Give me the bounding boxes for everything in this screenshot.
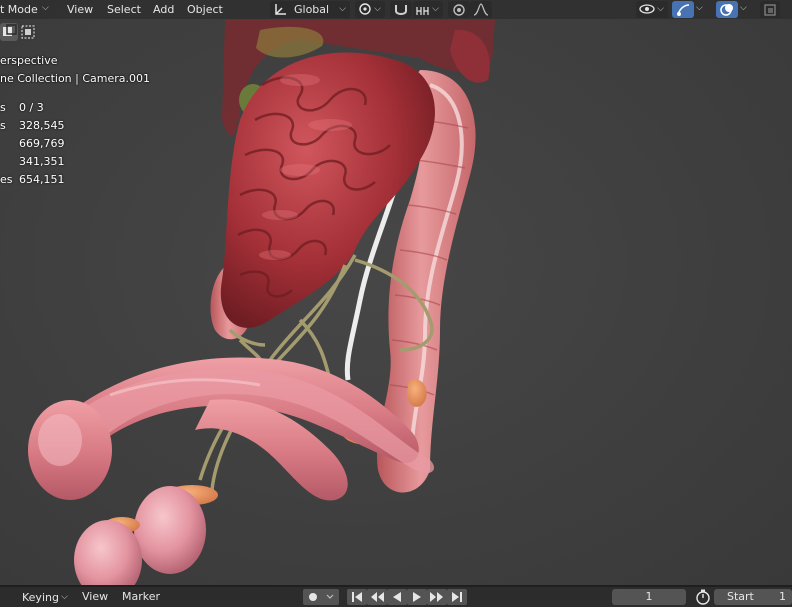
- jump-start-icon: [352, 592, 362, 602]
- proportional-edit-icon: [453, 4, 465, 16]
- select-extend-icon: [21, 25, 35, 39]
- stat-key: es: [0, 173, 13, 186]
- keying-dropdown[interactable]: Keying ⌵: [12, 589, 72, 606]
- orientation-icon: [275, 4, 286, 15]
- gizmo-icon: [677, 4, 690, 16]
- chevron-down-icon[interactable]: ⌵: [740, 3, 747, 13]
- stat-row: s 0 / 3: [0, 99, 44, 117]
- 3d-viewport[interactable]: [0, 0, 792, 585]
- jump-start-button[interactable]: [347, 589, 367, 605]
- prev-keyframe-button[interactable]: [367, 589, 387, 605]
- stat-row: 341,351: [0, 153, 65, 171]
- transform-orientation-dropdown[interactable]: Global ⌵: [270, 1, 350, 18]
- chevron-down-icon: ⌵: [657, 4, 664, 14]
- select-extend-button[interactable]: [19, 23, 37, 41]
- start-frame-field[interactable]: Start 1: [714, 589, 792, 605]
- auto-keying-toggle[interactable]: [303, 589, 339, 605]
- stat-value: 654,151: [19, 173, 65, 186]
- gizmo-toggle[interactable]: [672, 1, 694, 18]
- proportional-edit-toggle[interactable]: [448, 1, 470, 18]
- chevron-down-icon[interactable]: ⌵: [696, 3, 703, 13]
- select-new-button[interactable]: [0, 23, 18, 41]
- timeline-header: Keying ⌵ View Marker 1 Start 1: [0, 587, 792, 607]
- play-reverse-icon: [393, 592, 401, 602]
- keyframe-dot-icon: [309, 593, 334, 601]
- falloff-dropdown[interactable]: [470, 1, 492, 18]
- stopwatch-icon[interactable]: [694, 589, 712, 605]
- mode-selector[interactable]: t Mode: [0, 0, 38, 19]
- overlay-toggle[interactable]: [716, 1, 738, 18]
- transform-pivot-icon: [359, 3, 371, 15]
- stat-key: s: [0, 119, 6, 132]
- menu-select[interactable]: Select: [107, 0, 141, 19]
- stat-value: 341,351: [19, 155, 65, 168]
- collection-camera-text: ne Collection | Camera.001: [0, 72, 151, 85]
- stat-row: es 654,151: [0, 171, 65, 189]
- stat-value: 0 / 3: [19, 101, 44, 114]
- xray-toggle[interactable]: [760, 1, 780, 18]
- statistics-overlay: s 0 / 3 s 328,545 669,769 341,351 es 654,15…: [0, 99, 200, 194]
- play-icon: [413, 592, 421, 602]
- stat-value: 669,769: [19, 137, 65, 150]
- pivot-point-dropdown[interactable]: ⌵: [355, 1, 385, 18]
- timeline-view-menu[interactable]: View: [82, 587, 108, 607]
- chevron-down-icon: ⌵: [61, 592, 68, 602]
- chevron-down-icon: ⌵: [339, 4, 346, 14]
- snap-toggle[interactable]: [390, 1, 412, 18]
- chevron-down-icon: ⌵: [432, 4, 439, 14]
- snap-icon: [395, 5, 407, 15]
- next-keyframe-button[interactable]: [427, 589, 447, 605]
- viewport-header: t Mode ⌵ View Select Add Object Global ⌵…: [0, 0, 792, 19]
- jump-end-icon: [452, 592, 462, 602]
- orientation-label: Global: [294, 3, 330, 16]
- visibility-icon: [639, 4, 655, 14]
- overlay-icon: [720, 4, 733, 16]
- snap-increment-icon: [416, 7, 429, 15]
- keying-label: Keying: [22, 591, 59, 604]
- select-replace-icon: [3, 24, 17, 36]
- play-button[interactable]: [407, 589, 427, 605]
- chevron-down-icon: ⌵: [374, 4, 381, 14]
- next-keyframe-icon: [430, 592, 443, 602]
- xray-icon: [764, 4, 776, 16]
- prev-keyframe-icon: [371, 592, 384, 602]
- view-name-text: erspective: [0, 54, 58, 67]
- anatomy-model[interactable]: [0, 0, 792, 585]
- start-label: Start: [727, 590, 754, 603]
- play-reverse-button[interactable]: [387, 589, 407, 605]
- menu-object[interactable]: Object: [187, 0, 223, 19]
- falloff-icon: [473, 3, 489, 16]
- current-frame-field[interactable]: 1: [612, 589, 686, 605]
- jump-end-button[interactable]: [447, 589, 467, 605]
- stat-key: s: [0, 101, 6, 114]
- snap-target-dropdown[interactable]: ⌵: [413, 1, 443, 18]
- menu-add[interactable]: Add: [153, 0, 174, 19]
- stat-value: 328,545: [19, 119, 65, 132]
- chevron-down-icon: ⌵: [42, 3, 49, 13]
- stat-row: 669,769: [0, 135, 65, 153]
- menu-view[interactable]: View: [67, 0, 93, 19]
- visibility-dropdown[interactable]: ⌵: [636, 1, 668, 18]
- stat-row: s 328,545: [0, 117, 65, 135]
- timeline-marker-menu[interactable]: Marker: [122, 587, 160, 607]
- start-value: 1: [779, 590, 786, 603]
